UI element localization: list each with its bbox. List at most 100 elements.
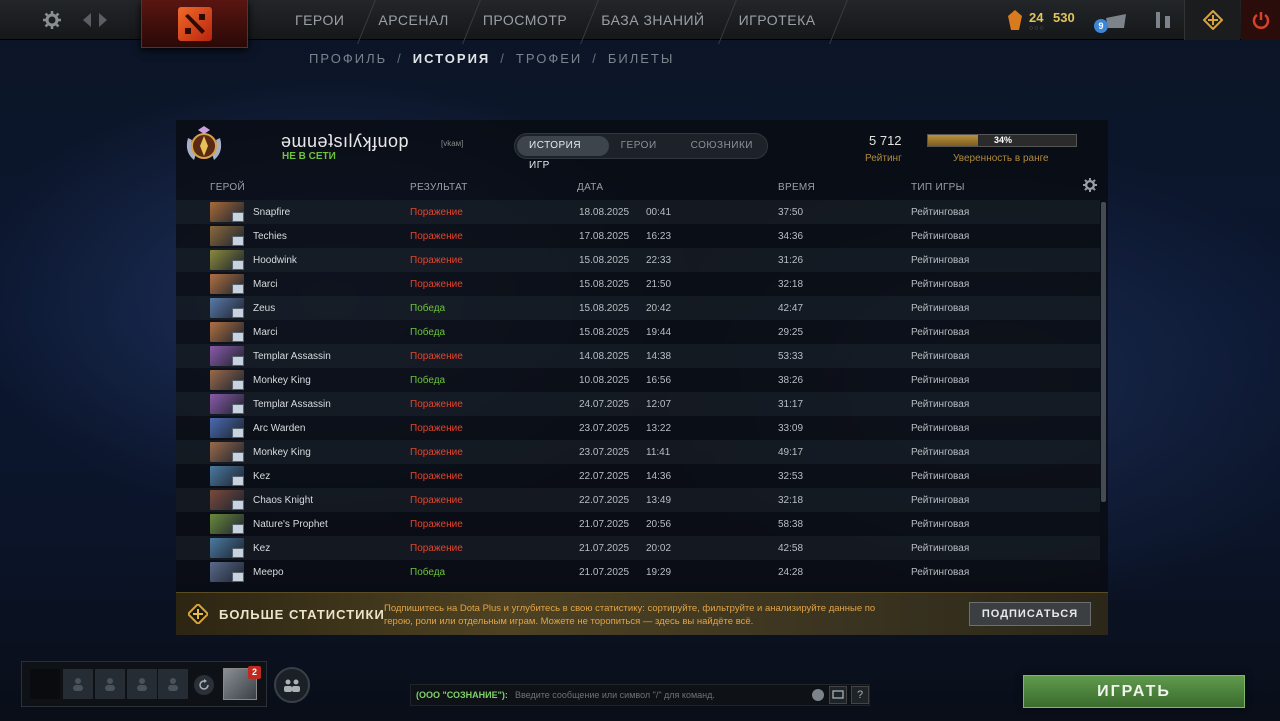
armory-icon[interactable] xyxy=(1153,10,1173,30)
player-tag: [vkaм] xyxy=(441,139,464,148)
match-duration: 53:33 xyxy=(778,351,804,362)
dota-plus-icon[interactable] xyxy=(1184,0,1240,40)
tab-match-history[interactable]: ИСТОРИЯ ИГР xyxy=(517,136,609,171)
match-result: Поражение xyxy=(410,423,463,434)
match-time: 16:56 xyxy=(646,375,672,386)
role-icon xyxy=(232,260,244,270)
match-duration: 42:47 xyxy=(778,303,804,314)
table-row[interactable]: Hoodwink Поражение 15.08.2025 22:33 31:26 Рей… xyxy=(176,248,1100,272)
match-result: Поражение xyxy=(410,543,463,554)
match-time: 13:22 xyxy=(646,423,672,434)
role-icon xyxy=(232,236,244,246)
match-result: Поражение xyxy=(410,519,463,530)
help-icon[interactable]: ? xyxy=(851,686,869,704)
col-date[interactable]: ДАТА xyxy=(577,182,603,193)
settings-gear-icon[interactable] xyxy=(42,10,62,30)
nav-knowledge-base[interactable]: БАЗА ЗНАНИЙ xyxy=(584,0,721,40)
col-hero[interactable]: ГЕРОЙ xyxy=(210,182,245,193)
table-row[interactable]: Kez Поражение 22.07.2025 14:36 32:53 Рейтинго… xyxy=(176,464,1100,488)
match-date: 22.07.2025 xyxy=(579,471,630,482)
col-result[interactable]: РЕЗУЛЬТАТ xyxy=(410,182,468,193)
match-time: 00:41 xyxy=(646,207,672,218)
table-settings-gear-icon[interactable] xyxy=(1083,178,1099,194)
nav-game-library[interactable]: ИГРОТЕКА xyxy=(722,0,833,40)
table-row[interactable]: Nature's Prophet Поражение 21.07.2025 20:56… xyxy=(176,512,1100,536)
party-slot-empty[interactable] xyxy=(158,669,188,699)
refresh-icon[interactable] xyxy=(194,675,214,695)
nav-arsenal[interactable]: АРСЕНАЛ xyxy=(361,0,465,40)
power-icon[interactable] xyxy=(1241,0,1280,40)
table-row[interactable]: Kez Поражение 21.07.2025 20:02 42:58 Рейтинго… xyxy=(176,536,1100,560)
match-list-scrollbar[interactable] xyxy=(1101,202,1106,502)
hero-portrait xyxy=(210,250,244,270)
table-row[interactable]: Chaos Knight Поражение 22.07.2025 13:49 32:1… xyxy=(176,488,1100,512)
hero-name: Techies xyxy=(253,231,287,242)
party-slot-empty[interactable] xyxy=(127,669,157,699)
match-time: 13:49 xyxy=(646,495,672,506)
hero-name: Templar Assassin xyxy=(253,399,331,410)
hero-portrait xyxy=(210,370,244,390)
hero-portrait xyxy=(210,202,244,222)
nav-watch[interactable]: ПРОСМОТР xyxy=(466,0,584,40)
back-arrow-icon[interactable] xyxy=(80,10,94,30)
play-button[interactable]: ИГРАТЬ xyxy=(1023,675,1245,708)
col-game-type[interactable]: ТИП ИГРЫ xyxy=(911,182,965,193)
table-row[interactable]: Monkey King Поражение 23.07.2025 11:41 49:17… xyxy=(176,440,1100,464)
chat-wheel-icon[interactable] xyxy=(829,686,847,704)
match-date: 21.07.2025 xyxy=(579,567,630,578)
game-type: Рейтинговая xyxy=(911,471,970,482)
role-icon xyxy=(232,548,244,558)
chat-channel: (ООО "СОЗНАНИЕ"): xyxy=(416,690,508,700)
table-row[interactable]: Templar Assassin Поражение 14.08.2025 14:38… xyxy=(176,344,1100,368)
dota-logo-button[interactable] xyxy=(141,0,248,48)
subnav-tickets[interactable]: БИЛЕТЫ xyxy=(608,51,675,66)
hero-portrait xyxy=(210,274,244,294)
tab-allies[interactable]: СОЮЗНИКИ xyxy=(669,136,765,156)
table-row[interactable]: Marci Победа 15.08.2025 19:44 29:25 Рейтингов… xyxy=(176,320,1100,344)
plus-banner-text: Подпишитесь на Dota Plus и углубитесь в … xyxy=(384,603,876,627)
subnav-trophies[interactable]: ТРОФЕИ xyxy=(516,51,582,66)
game-type: Рейтинговая xyxy=(911,375,970,386)
table-row[interactable]: Zeus Победа 15.08.2025 20:42 42:47 Рейтингова… xyxy=(176,296,1100,320)
party-slot-empty[interactable] xyxy=(95,669,125,699)
game-type: Рейтинговая xyxy=(911,279,970,290)
match-time: 20:02 xyxy=(646,543,672,554)
tab-heroes[interactable]: ГЕРОИ xyxy=(609,136,669,156)
nav-heroes[interactable]: ГЕРОИ xyxy=(278,0,361,40)
chat-input[interactable]: Введите сообщение или символ "/" для ком… xyxy=(515,690,715,700)
table-row[interactable]: Techies Поражение 17.08.2025 16:23 34:36 Рейт… xyxy=(176,224,1100,248)
match-duration: 24:28 xyxy=(778,567,804,578)
subscribe-button[interactable]: ПОДПИСАТЬСЯ xyxy=(969,602,1091,626)
party-slot-empty[interactable] xyxy=(63,669,93,699)
table-row[interactable]: Snapfire Поражение 18.08.2025 00:41 37:50 Рей… xyxy=(176,200,1100,224)
match-duration: 58:38 xyxy=(778,519,804,530)
party-slot-self[interactable] xyxy=(30,669,60,699)
mail-icon[interactable] xyxy=(1106,14,1126,28)
match-duration: 32:18 xyxy=(778,495,804,506)
forward-arrow-icon[interactable] xyxy=(96,10,110,30)
emoji-icon[interactable] xyxy=(812,689,824,701)
dota-plus-badge-icon xyxy=(186,602,210,626)
notification-badge: 9 xyxy=(1094,19,1108,33)
party-finder-icon[interactable] xyxy=(274,667,310,703)
subnav-history[interactable]: ИСТОРИЯ xyxy=(413,51,491,66)
rank-confidence-bar: 34% xyxy=(927,134,1077,147)
hero-portrait xyxy=(210,514,244,534)
col-duration[interactable]: ВРЕМЯ xyxy=(778,182,815,193)
subnav-profile[interactable]: ПРОФИЛЬ xyxy=(309,51,387,66)
profile-subnav: ПРОФИЛЬ / ИСТОРИЯ / ТРОФЕИ / БИЛЕТЫ xyxy=(309,51,674,66)
game-type: Рейтинговая xyxy=(911,207,970,218)
hero-name: Meepo xyxy=(253,567,284,578)
role-icon xyxy=(232,332,244,342)
hero-portrait xyxy=(210,418,244,438)
table-row[interactable]: Arc Warden Поражение 23.07.2025 13:22 33:09 Р… xyxy=(176,416,1100,440)
table-row[interactable]: Marci Поражение 15.08.2025 21:50 32:18 Рейтин… xyxy=(176,272,1100,296)
table-row[interactable]: Templar Assassin Поражение 24.07.2025 12:07… xyxy=(176,392,1100,416)
match-result: Поражение xyxy=(410,255,463,266)
top-bar: ГЕРОИ АРСЕНАЛ ПРОСМОТР БАЗА ЗНАНИЙ ИГРОТ… xyxy=(0,0,1280,48)
table-row[interactable]: Meepo Победа 21.07.2025 19:29 24:28 Рейтингов… xyxy=(176,560,1100,584)
match-date: 15.08.2025 xyxy=(579,279,630,290)
match-result: Поражение xyxy=(410,447,463,458)
table-row[interactable]: Monkey King Победа 10.08.2025 16:56 38:26 Рей… xyxy=(176,368,1100,392)
hero-portrait xyxy=(210,466,244,486)
